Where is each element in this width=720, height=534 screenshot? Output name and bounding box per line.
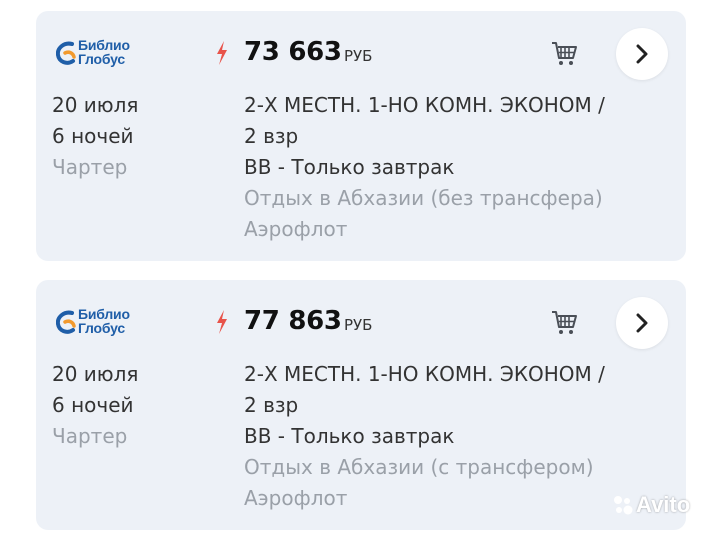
avito-watermark: Avito — [612, 492, 690, 518]
tour-offer-card[interactable]: Библио Глобус 77 863 РУБ 20 июля 6 ночей… — [36, 280, 686, 530]
cart-icon[interactable] — [550, 308, 578, 336]
departure-date: 20 июля — [52, 93, 139, 117]
price-currency: РУБ — [344, 47, 373, 65]
cart-icon[interactable] — [550, 39, 578, 67]
biblio-globus-logo-icon — [56, 41, 76, 65]
chevron-right-icon — [636, 313, 648, 333]
airline: Аэрофлот — [244, 217, 348, 241]
tour-name: Отдых в Абхазии (с трансфером) — [244, 455, 594, 479]
lightning-icon — [217, 41, 227, 65]
tour-name: Отдых в Абхазии (без трансфера) — [244, 186, 603, 210]
tour-offer-card[interactable]: Библио Глобус 73 663 РУБ 20 июля 6 ночей… — [36, 11, 686, 261]
nights-count: 6 ночей — [52, 124, 134, 148]
avito-dots-icon — [614, 496, 633, 515]
departure-date: 20 июля — [52, 362, 139, 386]
operator-name-line1: Библио — [78, 306, 130, 322]
open-offer-button[interactable] — [616, 28, 668, 80]
flight-type: Чартер — [52, 155, 128, 179]
price-value: 73 663 — [244, 37, 342, 67]
operator-name-line2: Глобус — [78, 51, 125, 67]
biblio-globus-logo-icon — [56, 310, 76, 334]
meal-plan: BB - Только завтрак — [244, 424, 455, 448]
meal-plan: BB - Только завтрак — [244, 155, 455, 179]
operator-logo: Библио Глобус — [56, 307, 166, 341]
price-value: 77 863 — [244, 306, 342, 336]
chevron-right-icon — [636, 44, 648, 64]
room-guests: 2 взр — [244, 393, 299, 417]
room-type: 2-Х МЕСТН. 1-НО КОМН. ЭКОНОМ / — [244, 362, 605, 386]
avito-watermark-text: Avito — [636, 492, 691, 517]
nights-count: 6 ночей — [52, 393, 134, 417]
room-guests: 2 взр — [244, 124, 299, 148]
lightning-icon — [217, 310, 227, 334]
price-currency: РУБ — [344, 316, 373, 334]
operator-logo: Библио Глобус — [56, 38, 166, 72]
room-type: 2-Х МЕСТН. 1-НО КОМН. ЭКОНОМ / — [244, 93, 605, 117]
operator-name-line1: Библио — [78, 37, 130, 53]
open-offer-button[interactable] — [616, 297, 668, 349]
flight-type: Чартер — [52, 424, 128, 448]
operator-name-line2: Глобус — [78, 320, 125, 336]
